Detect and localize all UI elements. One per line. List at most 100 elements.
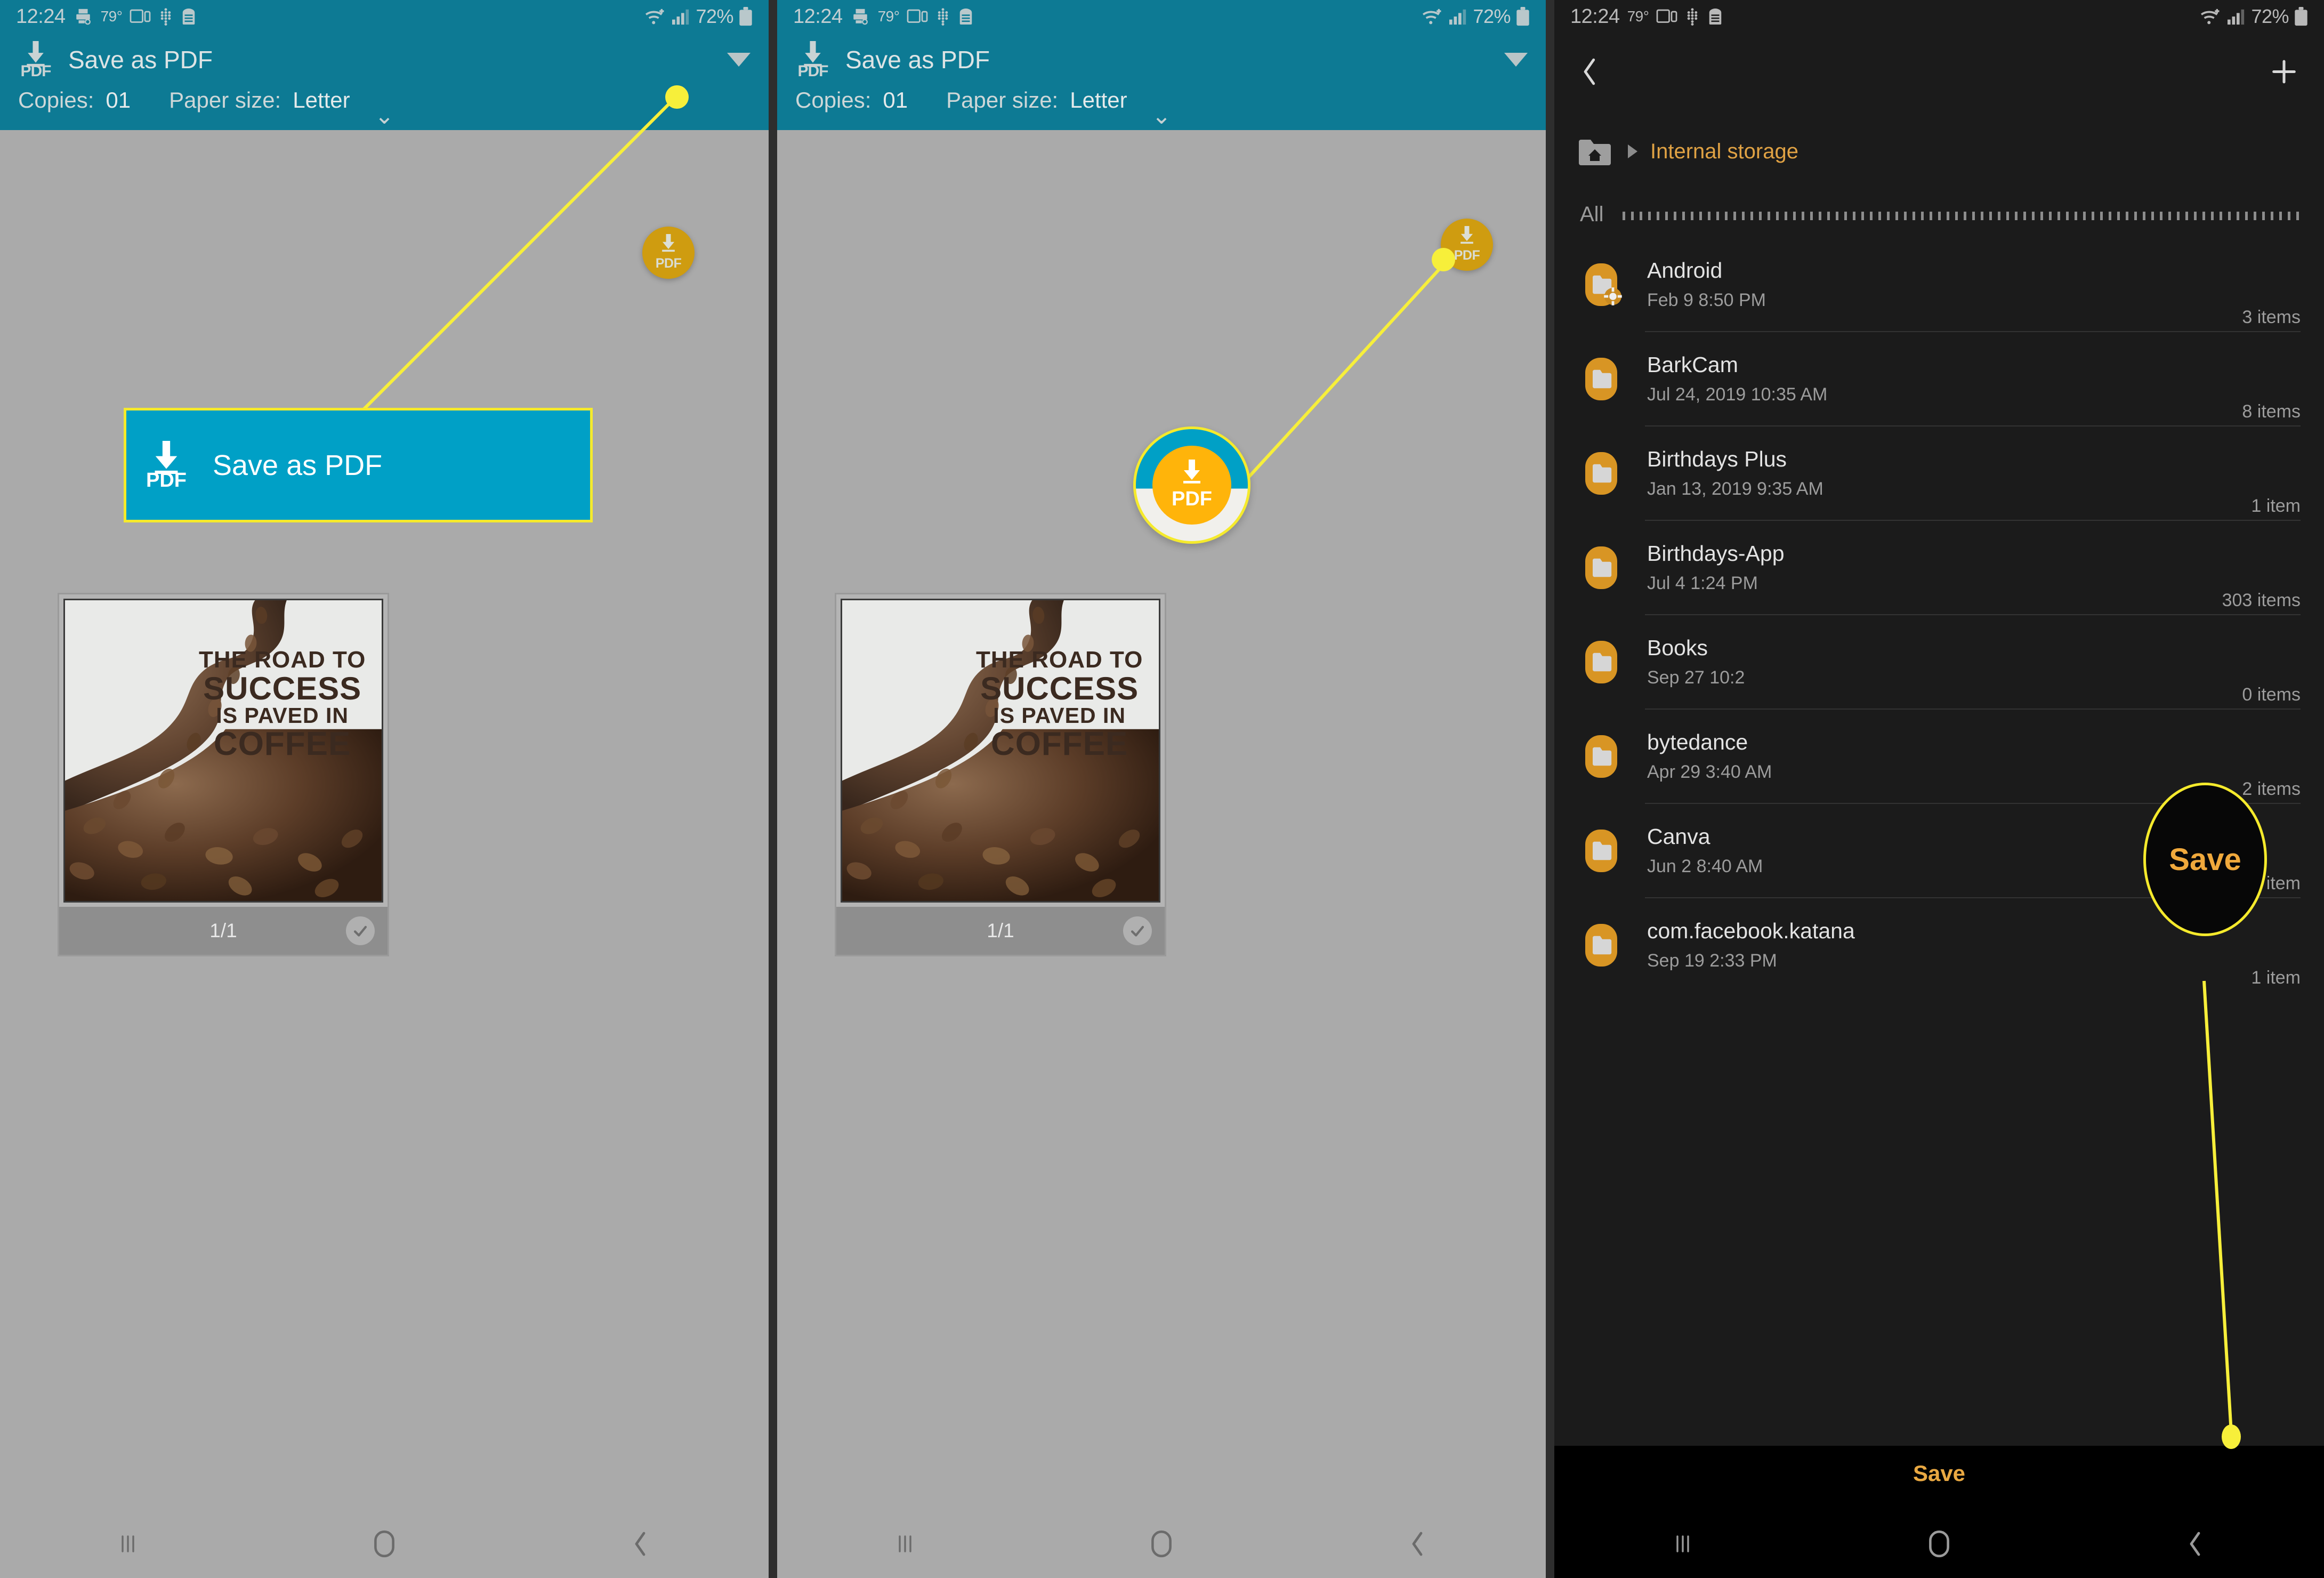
save-button[interactable]: Save bbox=[1913, 1461, 1965, 1486]
folder-date: Sep 27 10:2 bbox=[1647, 667, 1745, 688]
check-icon[interactable] bbox=[1123, 916, 1152, 945]
copies-value[interactable]: 01 bbox=[106, 87, 131, 113]
folder-icon bbox=[1578, 544, 1625, 591]
back-button[interactable] bbox=[1578, 57, 1602, 90]
folder-date: Sep 19 2:33 PM bbox=[1647, 951, 1777, 971]
home-icon[interactable] bbox=[256, 1529, 513, 1558]
page-preview-card[interactable]: THE ROAD TO SUCCESS IS PAVED IN COFFEE 1… bbox=[58, 593, 389, 956]
callout-save-as-pdf-label: Save as PDF bbox=[213, 449, 383, 481]
list-item[interactable]: Birthdays Plus Jan 13, 2019 9:35 AM 1 item bbox=[1554, 426, 2324, 520]
wifi-icon bbox=[2200, 7, 2222, 26]
android-beam-icon bbox=[181, 7, 197, 26]
coffee-beans-poster-image: THE ROAD TO SUCCESS IS PAVED IN COFFEE bbox=[842, 600, 1159, 901]
folder-name: bytedance bbox=[1647, 729, 1748, 754]
list-item-text: BarkCam Jul 24, 2019 10:35 AM bbox=[1647, 352, 2231, 405]
expand-more-options-icon[interactable]: ⌄ bbox=[1152, 104, 1172, 128]
bixby-icon bbox=[935, 7, 950, 26]
coffee-beans-poster-image: THE ROAD TO SUCCESS IS PAVED IN COFFEE bbox=[65, 600, 382, 901]
folder-date: Jan 13, 2019 9:35 AM bbox=[1647, 479, 1823, 500]
folder-name: BarkCam bbox=[1647, 352, 1738, 377]
panel-print-dialog-menu: 12:24 79° 72% PDF Save as PDF Copies: 01… bbox=[0, 0, 769, 1578]
download-icon bbox=[660, 234, 676, 255]
panel-file-manager: 12:24 79° 72% Internal storage All Andro… bbox=[1554, 0, 2324, 1578]
folder-item-count: 1 item bbox=[2251, 496, 2301, 516]
section-dotted-divider bbox=[1623, 212, 2301, 220]
recents-icon[interactable] bbox=[0, 1531, 256, 1557]
callout-save-bubble: Save bbox=[2143, 783, 2267, 936]
paper-size-value[interactable]: Letter bbox=[293, 87, 350, 113]
list-item[interactable]: Android Feb 9 8:50 PM 3 items bbox=[1554, 238, 2324, 331]
save-as-pdf-icon: PDF bbox=[795, 40, 830, 80]
callout-anchor-dot-c bbox=[2222, 1424, 2241, 1449]
callout-save-label: Save bbox=[2169, 842, 2241, 877]
triangle-right-icon bbox=[1628, 144, 1637, 158]
quote-line-1: THE ROAD TO bbox=[976, 647, 1143, 673]
status-bar-clock: 12:24 bbox=[1570, 5, 1620, 28]
printer-icon bbox=[73, 7, 93, 26]
printer-name-label: Save as PDF bbox=[845, 46, 990, 74]
folder-item-count: 0 items bbox=[2242, 685, 2301, 705]
copies-value[interactable]: 01 bbox=[883, 87, 908, 113]
status-bar: 12:24 79° 72% bbox=[777, 0, 1546, 33]
folder-date: Apr 29 3:40 AM bbox=[1647, 762, 1772, 783]
copies-label: Copies: bbox=[795, 87, 872, 112]
recents-icon[interactable] bbox=[777, 1531, 1034, 1557]
system-nav-bar bbox=[1554, 1510, 2324, 1578]
callout-save-as-pdf-menu-item: PDF Save as PDF bbox=[124, 408, 593, 522]
panel-divider-2 bbox=[1546, 0, 1554, 1578]
quote-line-2: SUCCESS bbox=[203, 671, 362, 707]
callout-save-as-pdf-icon: PDF bbox=[144, 440, 188, 492]
recents-icon[interactable] bbox=[1554, 1531, 1811, 1557]
home-icon[interactable] bbox=[1034, 1529, 1290, 1558]
home-icon[interactable] bbox=[1811, 1529, 2067, 1558]
folder-icon bbox=[1578, 827, 1625, 874]
paper-size-label: Paper size: bbox=[946, 87, 1059, 112]
callout-download-icon bbox=[1179, 460, 1205, 487]
preview-footer-strip: 1/1 bbox=[836, 907, 1165, 955]
printer-dropdown-caret-icon[interactable] bbox=[1504, 53, 1528, 67]
wifi-icon bbox=[1422, 7, 1444, 26]
folder-icon bbox=[1578, 922, 1625, 969]
folder-icon bbox=[1578, 450, 1625, 497]
folder-date: Jul 4 1:24 PM bbox=[1647, 573, 1758, 594]
battery-percent-label: 72% bbox=[696, 5, 733, 27]
quote-line-1: THE ROAD TO bbox=[199, 647, 366, 673]
page-preview-card[interactable]: THE ROAD TO SUCCESS IS PAVED IN COFFEE 1… bbox=[835, 593, 1166, 956]
print-options-header: PDF Save as PDF Copies: 01 Paper size: L… bbox=[0, 33, 769, 130]
expand-more-options-icon[interactable]: ⌄ bbox=[375, 104, 394, 128]
list-item[interactable]: Birthdays-App Jul 4 1:24 PM 303 items bbox=[1554, 521, 2324, 614]
quote-line-4: COFFEE bbox=[990, 726, 1128, 763]
printer-dropdown-caret-icon[interactable] bbox=[727, 53, 751, 67]
status-bar: 12:24 79° 72% bbox=[0, 0, 769, 33]
save-pdf-fab[interactable]: PDF bbox=[642, 227, 695, 279]
paper-size-label: Paper size: bbox=[169, 87, 281, 112]
list-item[interactable]: BarkCam Jul 24, 2019 10:35 AM 8 items bbox=[1554, 332, 2324, 425]
check-icon[interactable] bbox=[346, 916, 375, 945]
breadcrumb-path-label[interactable]: Internal storage bbox=[1650, 140, 1798, 164]
callout-save-pdf-fab: PDF bbox=[1133, 426, 1250, 544]
panel-divider-1 bbox=[769, 0, 777, 1578]
callout-fab-label: PDF bbox=[1172, 488, 1212, 510]
plus-icon[interactable] bbox=[2269, 57, 2299, 90]
save-as-pdf-icon-label: PDF bbox=[20, 62, 52, 80]
quote-line-2: SUCCESS bbox=[980, 671, 1139, 707]
home-folder-icon[interactable] bbox=[1578, 136, 1612, 166]
quote-line-3: IS PAVED IN bbox=[993, 703, 1126, 728]
breadcrumb: Internal storage bbox=[1554, 113, 2324, 182]
signal-icon bbox=[1449, 8, 1467, 25]
preview-footer-strip: 1/1 bbox=[59, 907, 388, 955]
back-icon[interactable] bbox=[1289, 1530, 1546, 1558]
printer-icon bbox=[850, 7, 870, 26]
back-icon[interactable] bbox=[2068, 1530, 2324, 1558]
save-as-pdf-icon: PDF bbox=[18, 40, 53, 80]
page-indicator: 1/1 bbox=[987, 920, 1014, 941]
status-bar-clock: 12:24 bbox=[16, 5, 66, 28]
folder-item-count: 303 items bbox=[2222, 590, 2301, 610]
temperature-label: 79° bbox=[100, 8, 123, 25]
folder-icon bbox=[1578, 639, 1625, 686]
android-beam-icon bbox=[958, 7, 974, 26]
paper-size-value[interactable]: Letter bbox=[1070, 87, 1127, 113]
back-icon[interactable] bbox=[512, 1530, 769, 1558]
list-item[interactable]: Books Sep 27 10:2 0 items bbox=[1554, 615, 2324, 709]
callout-anchor-dot-b bbox=[1432, 248, 1455, 271]
